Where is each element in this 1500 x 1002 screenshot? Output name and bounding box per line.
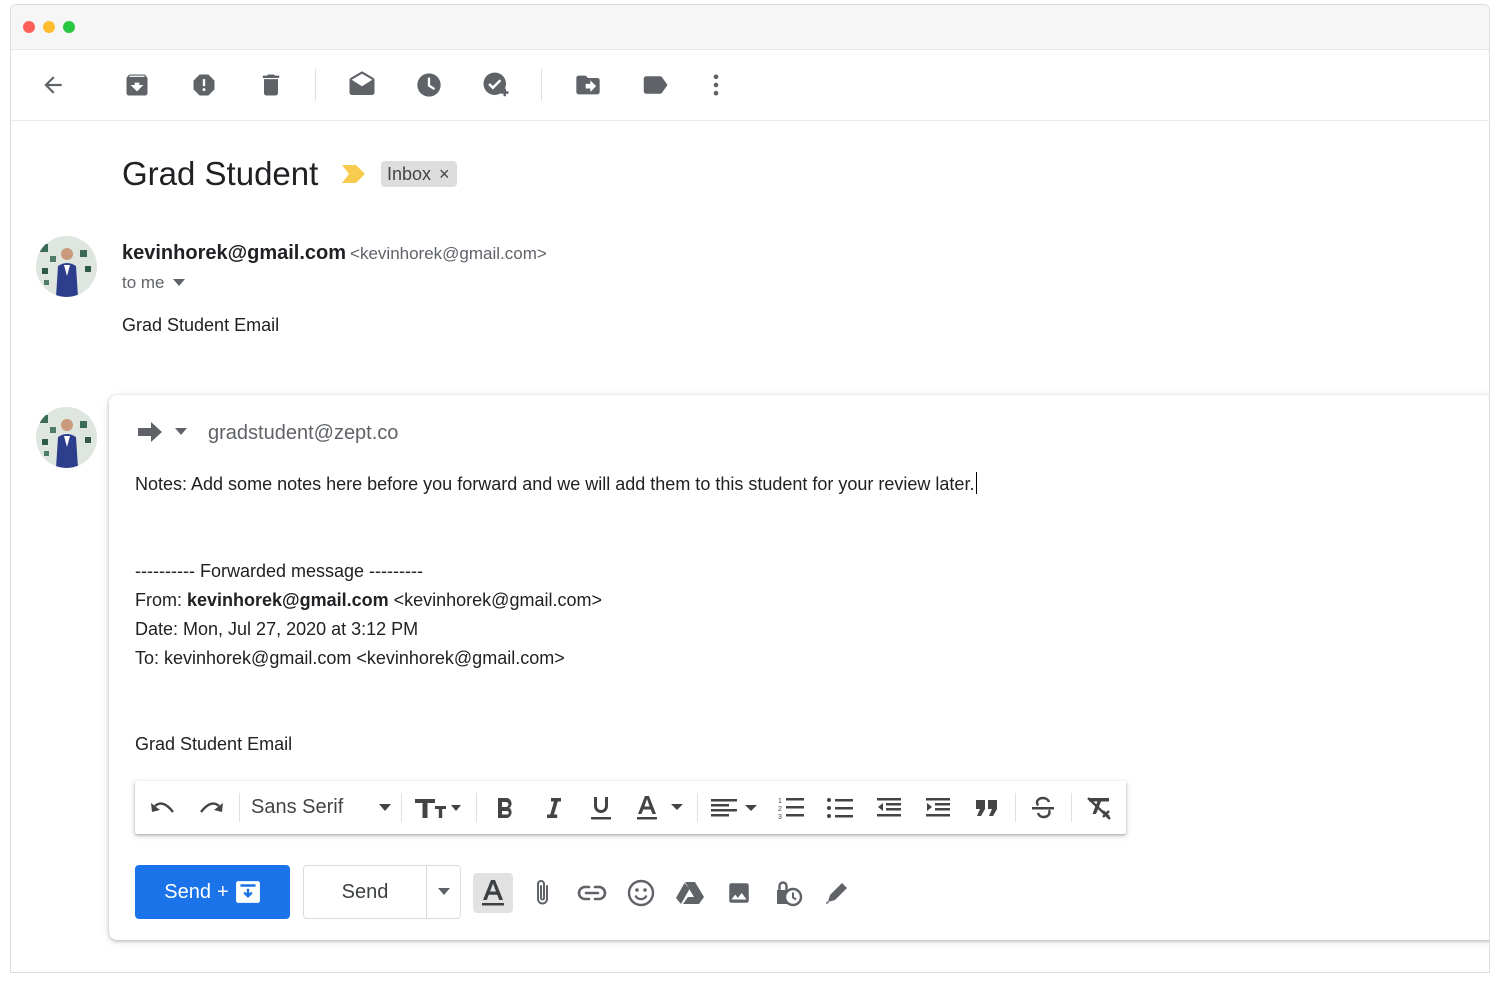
formatting-toolbar: Sans Serif 1 2 3 <box>135 781 1126 834</box>
sender-line: kevinhorek@gmail.com <kevinhorek@gmail.co… <box>122 242 547 265</box>
svg-text:2: 2 <box>778 806 782 813</box>
align-icon[interactable] <box>709 791 761 824</box>
email-subject: Grad Student <box>122 155 319 192</box>
bold-icon[interactable] <box>489 791 521 824</box>
undo-icon[interactable] <box>147 791 179 824</box>
to-me-text: to me <box>122 273 165 292</box>
more-vert-icon[interactable] <box>700 69 732 101</box>
forwarded-header: ---------- Forwarded message --------- <box>135 561 423 581</box>
report-spam-icon[interactable] <box>188 69 220 101</box>
send-and-archive-label: Send <box>164 880 212 903</box>
chevron-down-icon[interactable] <box>172 279 185 287</box>
insert-photo-icon[interactable] <box>719 873 759 913</box>
send-and-archive-button[interactable]: Send + <box>135 865 290 919</box>
forwarded-from-line: From: kevinhorek@gmail.com <kevinhorek@g… <box>135 590 602 610</box>
snooze-icon[interactable] <box>413 69 445 101</box>
forwarded-date-line: Date: Mon, Jul 27, 2020 at 3:12 PM <box>135 619 419 639</box>
chevron-down-icon <box>437 888 450 895</box>
italic-icon[interactable] <box>537 791 569 824</box>
avatar[interactable] <box>36 236 97 297</box>
message-body: Grad Student Email <box>122 315 280 335</box>
add-to-tasks-icon[interactable] <box>480 69 512 101</box>
importance-marker-icon[interactable] <box>341 164 367 184</box>
indent-more-icon[interactable] <box>922 791 954 824</box>
label-text: Inbox <box>387 163 432 184</box>
back-arrow-icon[interactable] <box>37 69 69 101</box>
zoom-window-button[interactable] <box>63 21 75 33</box>
send-button[interactable]: Send <box>304 866 427 918</box>
recipient-field[interactable]: gradstudent@zept.co <box>208 422 398 445</box>
svg-text:3: 3 <box>778 814 782 821</box>
archive-icon <box>235 881 260 903</box>
compose-body-editor[interactable]: Notes: Add some notes here before you fo… <box>135 470 1135 759</box>
mail-window: Grad Student Inbox × kevinhorek@gmail.co… <box>10 4 1490 973</box>
text-color-icon[interactable] <box>635 791 687 824</box>
label-icon[interactable] <box>639 69 671 101</box>
font-size-icon[interactable] <box>413 791 465 824</box>
forward-type-selector[interactable] <box>137 421 187 443</box>
insert-link-icon[interactable] <box>572 873 612 913</box>
mark-unread-icon[interactable] <box>346 69 378 101</box>
formatting-options-icon[interactable] <box>473 873 513 913</box>
confidential-mode-icon[interactable] <box>768 873 808 913</box>
title-bar <box>11 5 1489 50</box>
indent-less-icon[interactable] <box>873 791 905 824</box>
move-to-icon[interactable] <box>572 69 604 101</box>
message-toolbar <box>11 49 1489 121</box>
sender-email: <kevinhorek@gmail.com> <box>350 244 547 263</box>
send-and-archive-plus: + <box>217 880 229 903</box>
underline-icon[interactable] <box>585 791 617 824</box>
insert-signature-icon[interactable] <box>817 873 857 913</box>
redo-icon[interactable] <box>195 791 227 824</box>
bulleted-list-icon[interactable] <box>824 791 856 824</box>
insert-drive-file-icon[interactable] <box>670 873 710 913</box>
chevron-down-icon[interactable] <box>175 428 187 436</box>
quoted-body: Grad Student Email <box>135 734 293 754</box>
sender-name[interactable]: kevinhorek@gmail.com <box>122 242 346 264</box>
archive-icon[interactable] <box>121 69 153 101</box>
notes-text: Notes: Add some notes here before you fo… <box>135 474 975 494</box>
attach-file-icon[interactable] <box>523 873 563 913</box>
insert-emoji-icon[interactable] <box>621 873 661 913</box>
send-options-dropdown[interactable] <box>427 866 460 918</box>
text-cursor <box>976 472 978 494</box>
forward-arrow-icon <box>138 422 162 442</box>
font-family-value: Sans Serif <box>251 796 344 818</box>
remove-formatting-icon[interactable] <box>1083 791 1115 824</box>
inbox-label-chip: Inbox × <box>381 161 457 187</box>
chevron-down-icon <box>379 803 391 811</box>
font-family-select[interactable]: Sans Serif <box>251 791 391 824</box>
quote-icon[interactable] <box>971 791 1003 824</box>
forwarded-from-name: kevinhorek@gmail.com <box>187 590 389 610</box>
delete-icon[interactable] <box>255 69 287 101</box>
forwarded-to-line: To: kevinhorek@gmail.com <kevinhorek@gma… <box>135 648 565 668</box>
minimize-window-button[interactable] <box>43 21 55 33</box>
strikethrough-icon[interactable] <box>1027 791 1059 824</box>
avatar <box>36 407 97 468</box>
recipient-details-toggle[interactable]: to me <box>122 273 185 293</box>
close-window-button[interactable] <box>23 21 35 33</box>
remove-label-icon[interactable]: × <box>439 164 450 185</box>
forward-compose-panel: gradstudent@zept.co Notes: Add some note… <box>109 395 1489 940</box>
send-button-group: Send <box>303 865 461 919</box>
svg-text:1: 1 <box>778 798 782 805</box>
numbered-list-icon[interactable]: 123 <box>775 791 807 824</box>
